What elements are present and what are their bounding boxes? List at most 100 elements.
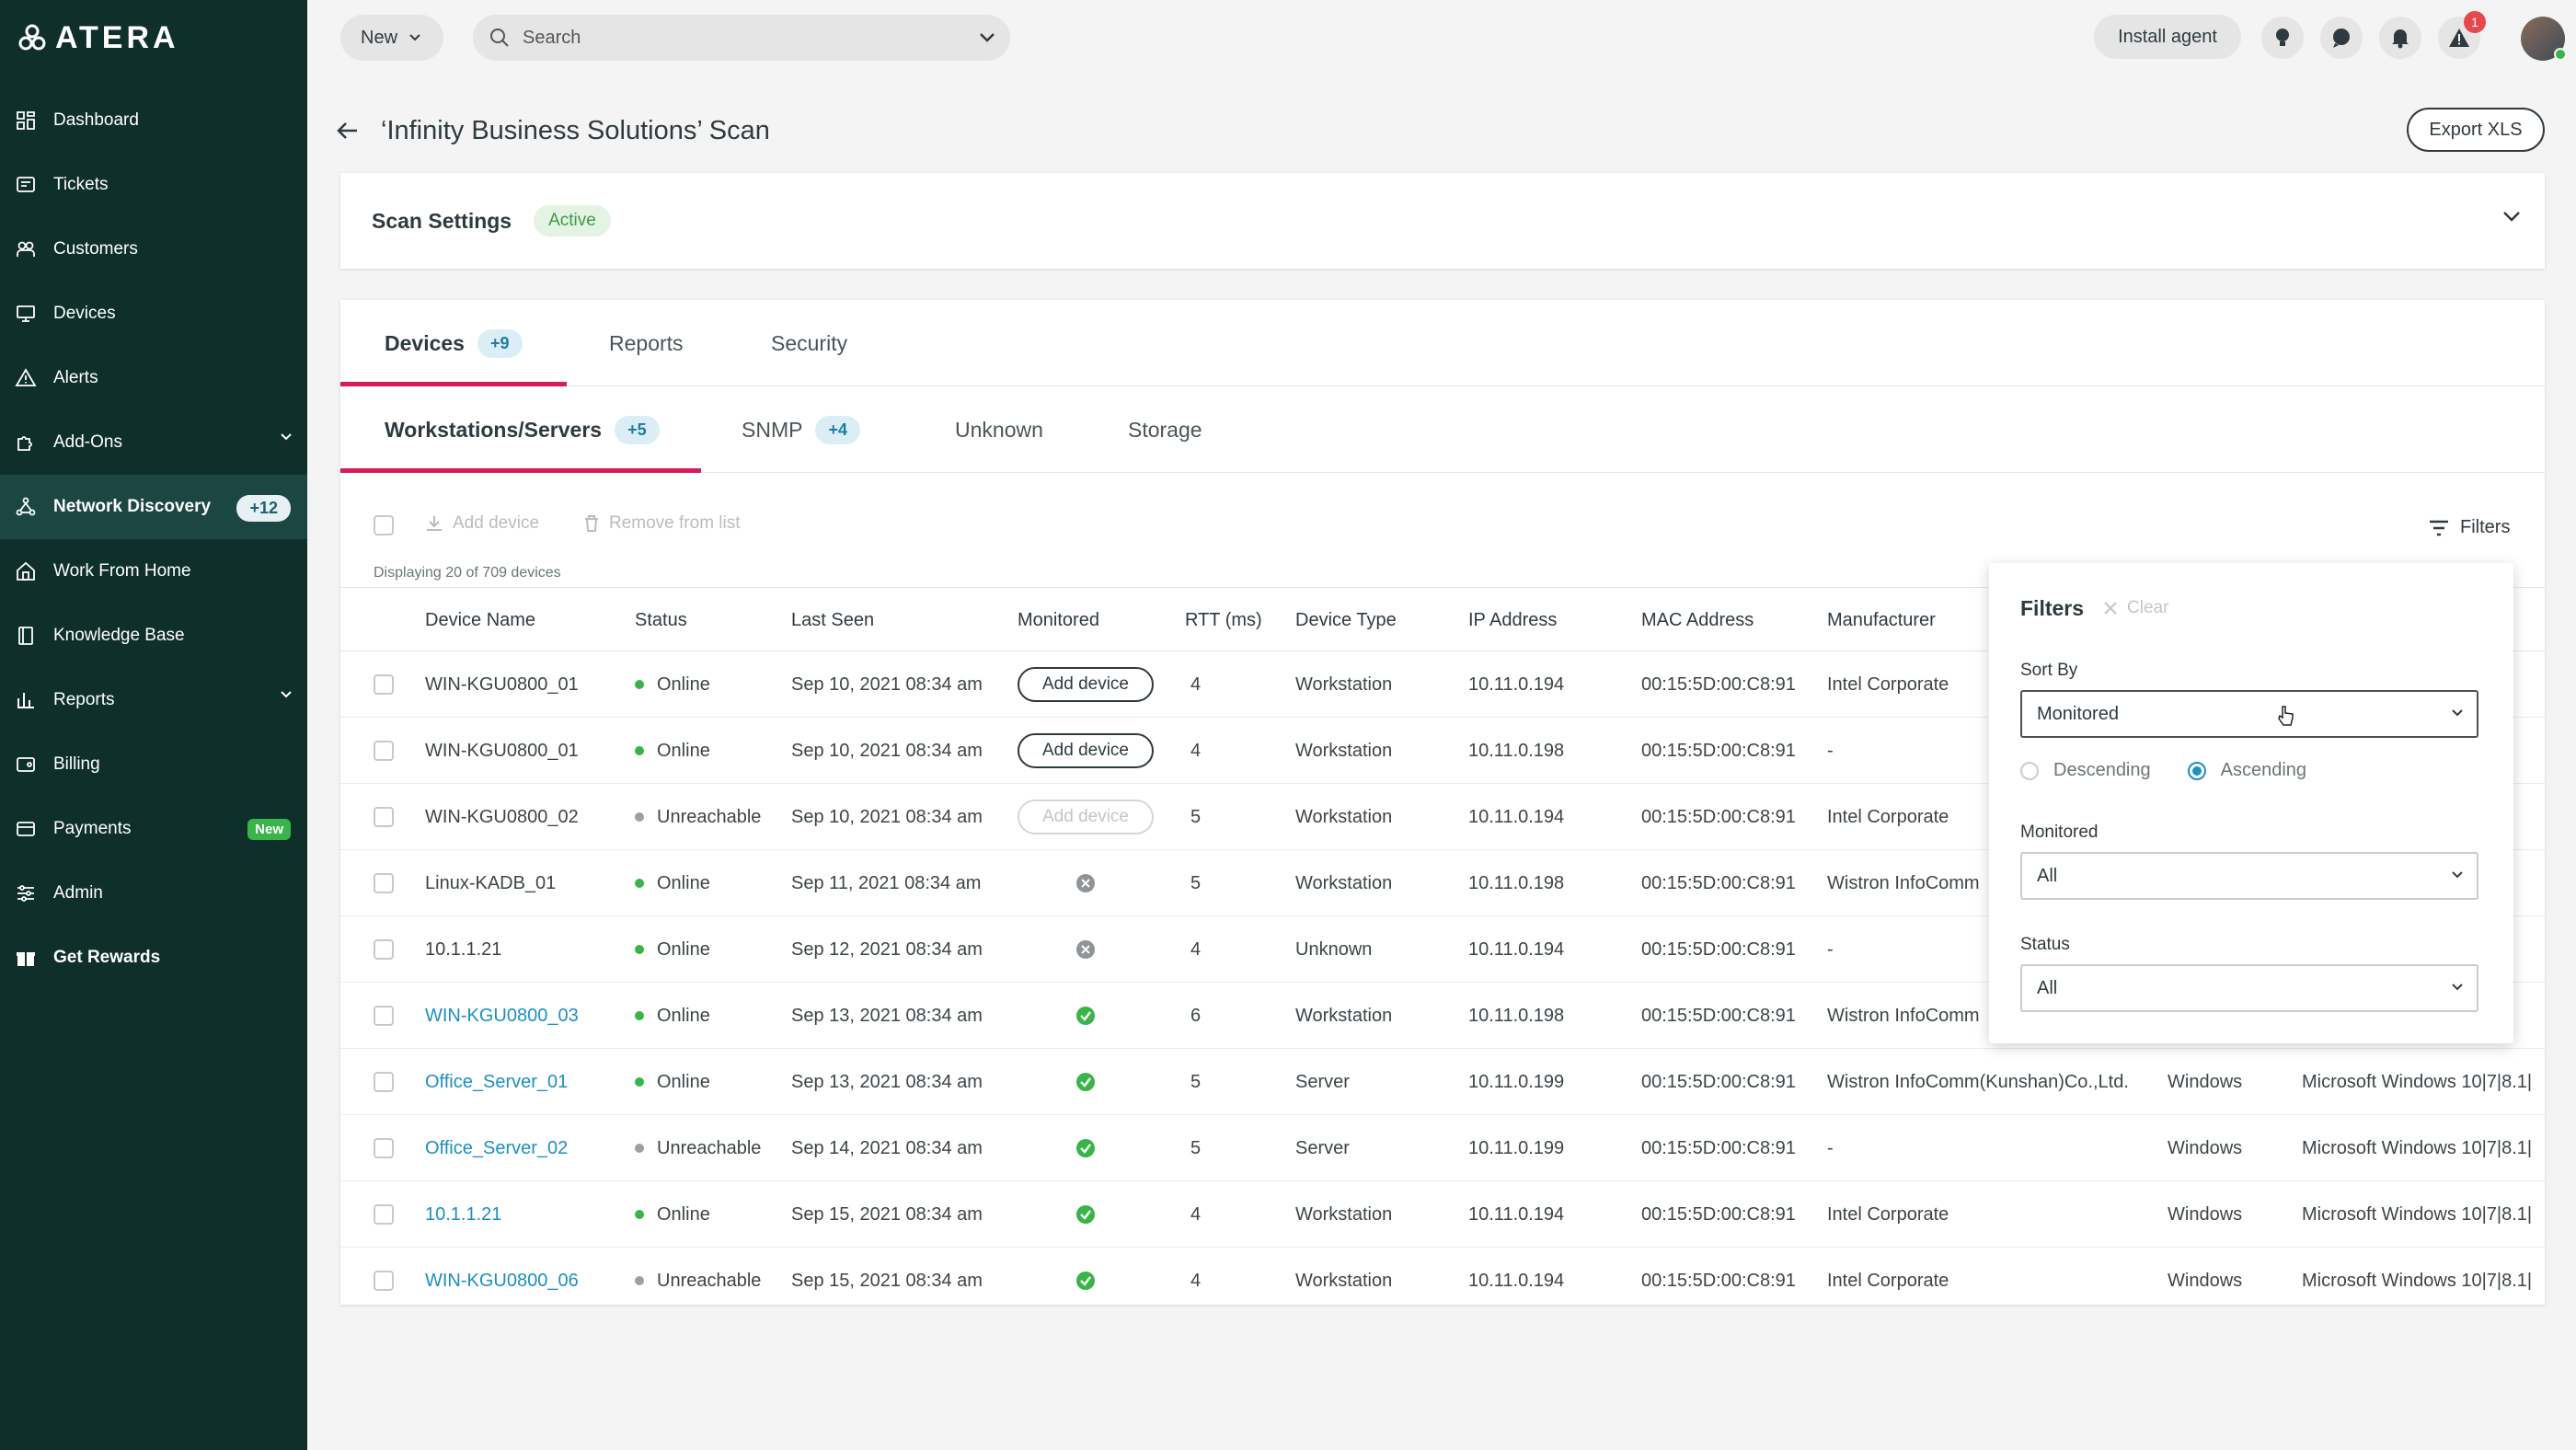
tab-storage[interactable]: Storage: [1128, 386, 1202, 473]
sidebar-item-payments[interactable]: Payments New: [0, 797, 307, 861]
new-button[interactable]: New: [340, 15, 443, 61]
notifications-button[interactable]: [2379, 17, 2421, 59]
device-name: 10.1.1.21: [425, 938, 502, 960]
row-checkbox[interactable]: [374, 1204, 394, 1225]
device-name[interactable]: 10.1.1.21: [425, 1181, 501, 1248]
puzzle-icon: [15, 432, 37, 454]
chat-button[interactable]: [2320, 17, 2363, 59]
table-row[interactable]: 10.1.1.21 Online Sep 15, 2021 08:34 am 4 Wor…: [340, 1181, 2545, 1248]
device-name: Linux-KADB_01: [425, 872, 557, 893]
sidebar-item-tickets[interactable]: Tickets: [0, 153, 307, 217]
row-checkbox[interactable]: [374, 741, 394, 761]
tab-security[interactable]: Security: [771, 300, 847, 386]
table-row[interactable]: WIN-KGU0800_06 Unreachable Sep 15, 2021 08…: [340, 1248, 2545, 1305]
tab-label: Reports: [609, 330, 684, 355]
lightbulb-button[interactable]: [2261, 17, 2304, 59]
filters-button[interactable]: Filters: [2429, 517, 2510, 538]
sidebar-item-admin[interactable]: Admin: [0, 861, 307, 926]
back-arrow-icon[interactable]: [337, 121, 359, 140]
export-xls-button[interactable]: Export XLS: [2407, 108, 2545, 152]
mac-address: 00:15:5D:00:C8:91: [1641, 1137, 1796, 1158]
device-name[interactable]: WIN-KGU0800_03: [425, 983, 579, 1049]
clear-filters-button[interactable]: Clear: [2103, 598, 2168, 618]
sidebar-item-dashboard[interactable]: Dashboard: [0, 88, 307, 153]
column-header-status[interactable]: Status: [635, 588, 687, 652]
tab-snmp[interactable]: SNMP +4: [742, 386, 860, 473]
sliders-icon: [15, 882, 37, 904]
row-checkbox[interactable]: [374, 674, 394, 695]
ascending-radio[interactable]: [2187, 761, 2206, 780]
add-device-row-button[interactable]: Add device: [1018, 800, 1154, 834]
monitored-select[interactable]: All: [2020, 852, 2478, 900]
sidebar-item-add-ons[interactable]: Add-Ons: [0, 410, 307, 475]
column-header-ip-address[interactable]: IP Address: [1468, 588, 1557, 652]
column-header-device-type[interactable]: Device Type: [1295, 588, 1397, 652]
sidebar-item-label: Knowledge Base: [53, 626, 185, 645]
column-header-monitored[interactable]: Monitored: [1018, 588, 1099, 652]
status-select[interactable]: All: [2020, 964, 2478, 1012]
home-icon: [15, 560, 37, 582]
status-text: Unreachable: [657, 806, 762, 827]
scan-settings-panel[interactable]: Scan Settings Active: [340, 173, 2545, 269]
row-checkbox[interactable]: [374, 1271, 394, 1291]
chevron-down-icon[interactable]: [2502, 210, 2521, 223]
tab-workstations-servers[interactable]: Workstations/Servers +5: [385, 386, 660, 473]
tab-devices[interactable]: Devices +9: [385, 300, 523, 386]
table-row[interactable]: Office_Server_01 Online Sep 13, 2021 08:34…: [340, 1049, 2545, 1115]
column-header-mac-address[interactable]: MAC Address: [1641, 588, 1754, 652]
add-device-row-button[interactable]: Add device: [1018, 667, 1154, 702]
monitor-icon: [15, 303, 37, 325]
alerts-button[interactable]: 1: [2438, 11, 2486, 59]
sort-by-select[interactable]: Monitored: [2020, 690, 2478, 738]
search-input[interactable]: Search: [473, 15, 1010, 61]
mac-address: 00:15:5D:00:C8:91: [1641, 1203, 1796, 1225]
column-header-device-name[interactable]: Device Name: [425, 588, 535, 652]
sidebar-item-work-from-home[interactable]: Work From Home: [0, 539, 307, 604]
sidebar-item-network-discovery[interactable]: Network Discovery +12: [0, 475, 307, 539]
chevron-down-icon: [281, 433, 292, 441]
column-header-last-seen[interactable]: Last Seen: [791, 588, 874, 652]
tab-label: Workstations/Servers: [385, 417, 603, 442]
device-name[interactable]: Office_Server_01: [425, 1049, 568, 1115]
remove-from-list-button[interactable]: Remove from list: [583, 513, 741, 534]
install-agent-button[interactable]: Install agent: [2094, 15, 2241, 59]
chat-icon: [2333, 29, 2350, 48]
descending-radio[interactable]: [2020, 761, 2039, 780]
sidebar-item-knowledge-base[interactable]: Knowledge Base: [0, 604, 307, 668]
brand-logo[interactable]: ATERA: [18, 20, 179, 55]
warning-icon: [2449, 29, 2469, 47]
sidebar-item-reports[interactable]: Reports: [0, 668, 307, 732]
column-header-manufacturer[interactable]: Manufacturer: [1827, 588, 1936, 652]
device-name[interactable]: WIN-KGU0800_06: [425, 1248, 579, 1305]
row-checkbox[interactable]: [374, 1138, 394, 1158]
sidebar-item-label: Customers: [53, 239, 138, 259]
device-status: Online: [635, 718, 710, 784]
select-all-checkbox[interactable]: [374, 515, 394, 535]
last-seen: Sep 10, 2021 08:34 am: [791, 673, 983, 695]
status-dot: [635, 680, 644, 689]
chevron-down-icon[interactable]: [979, 32, 995, 43]
add-device-button[interactable]: Add device: [425, 513, 539, 534]
status-dot: [635, 1077, 644, 1087]
sidebar-item-alerts[interactable]: Alerts: [0, 346, 307, 410]
add-device-row-button[interactable]: Add device: [1018, 733, 1154, 768]
sidebar-item-label: Alerts: [53, 368, 98, 387]
sidebar-item-devices[interactable]: Devices: [0, 282, 307, 346]
row-checkbox[interactable]: [374, 807, 394, 827]
table-row[interactable]: Office_Server_02 Unreachable Sep 14, 2021 …: [340, 1115, 2545, 1181]
tab-reports[interactable]: Reports: [609, 300, 684, 386]
row-checkbox[interactable]: [374, 1006, 394, 1026]
sidebar-item-customers[interactable]: Customers: [0, 217, 307, 282]
row-checkbox[interactable]: [374, 939, 394, 960]
tab-unknown[interactable]: Unknown: [955, 386, 1043, 473]
row-checkbox[interactable]: [374, 1072, 394, 1092]
gift-icon: [15, 947, 37, 969]
sidebar-item-get-rewards[interactable]: Get Rewards: [0, 926, 307, 990]
device-name[interactable]: Office_Server_02: [425, 1115, 568, 1181]
sidebar-item-billing[interactable]: Billing: [0, 732, 307, 797]
device-type: Unknown: [1295, 938, 1373, 960]
column-header-rtt-ms-[interactable]: RTT (ms): [1185, 588, 1262, 652]
user-avatar[interactable]: [2521, 17, 2567, 61]
row-checkbox[interactable]: [374, 873, 394, 893]
status-text: Online: [657, 938, 710, 960]
